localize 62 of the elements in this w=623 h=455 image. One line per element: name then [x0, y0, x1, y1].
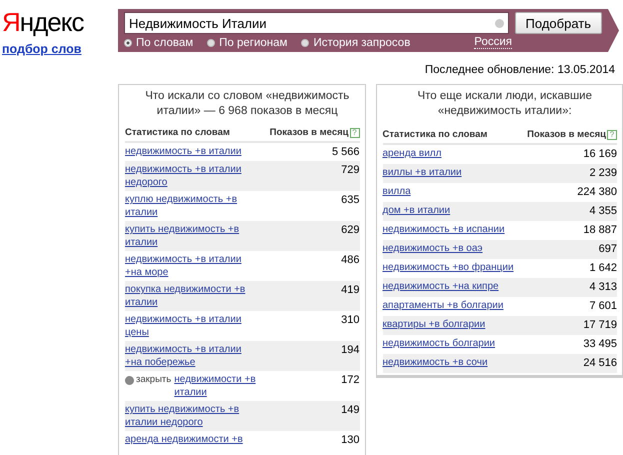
keyword-link[interactable]: покупка недвижимости +в италии — [125, 284, 253, 309]
column-header: Статистика по словам — [382, 129, 488, 140]
keyword-link[interactable]: квартиры +в болгарии — [382, 319, 486, 332]
impressions-count: 194 — [341, 344, 360, 358]
impressions-count: 16 169 — [583, 148, 617, 161]
yandex-logo[interactable]: Яндекс — [2, 6, 86, 38]
keyword-link[interactable]: недвижимость +в италии +на море — [125, 254, 253, 279]
impressions-count: 7 601 — [589, 300, 617, 313]
impressions-count: 18 887 — [583, 224, 617, 237]
keyword-link[interactable]: недвижимости +в италии — [174, 374, 275, 399]
keyword-link[interactable]: недвижимость +на кипре — [382, 281, 499, 294]
keyword-link[interactable]: аренда недвижимости +в — [125, 434, 243, 446]
mode-radio[interactable]: По регионам — [207, 36, 288, 48]
keyword-link[interactable]: недвижимость болгарии — [382, 338, 496, 350]
impressions-count: 419 — [341, 284, 360, 298]
impressions-count: 1 642 — [589, 262, 617, 275]
keyword-link[interactable]: аренда вилл — [382, 148, 442, 160]
keyword-link[interactable]: недвижимость +в испании — [382, 224, 505, 236]
search-field[interactable]: Недвижимость Италии — [124, 12, 509, 34]
impressions-count: 24 516 — [583, 357, 617, 370]
keyword-link[interactable]: куплю недвижимость +в италии — [125, 194, 253, 219]
update-date: Последнее обновление: 13.05.2014 — [424, 64, 615, 76]
impressions-count: 17 719 — [583, 319, 617, 332]
impressions-count: 4 355 — [589, 205, 617, 218]
keyword-link[interactable]: недвижимость +в сочи — [382, 357, 488, 370]
keyword-link[interactable]: дом +в италии — [382, 205, 450, 218]
impressions-count: 629 — [341, 224, 360, 238]
impressions-count: 635 — [341, 194, 360, 208]
keyword-link[interactable]: апартаменты +в болгарии — [382, 300, 504, 312]
impressions-count: 130 — [341, 434, 360, 447]
mode-radio[interactable]: История запросов — [301, 36, 410, 48]
column-header: Статистика по словам — [125, 127, 230, 138]
keyword-link[interactable]: недвижимость +в италии — [125, 146, 242, 158]
impressions-count: 4 313 — [589, 281, 617, 294]
impressions-count: 33 495 — [583, 338, 617, 351]
service-link[interactable]: подбор слов — [2, 42, 82, 56]
region-link[interactable]: Россия — [474, 36, 512, 49]
keyword-link[interactable]: вилла — [382, 186, 411, 198]
panel-title: Что еще искали люди, искавшие «недвижимость италии»: — [416, 89, 593, 119]
keyword-link[interactable]: недвижимость +во франции — [382, 262, 514, 274]
column-header: Показов в месяц — [270, 127, 348, 138]
impressions-count: 5 566 — [332, 146, 360, 159]
submit-button[interactable]: Подобрать — [514, 12, 602, 34]
impressions-count: 224 380 — [577, 186, 617, 199]
column-header: Показов в месяц — [527, 129, 606, 140]
close-label[interactable]: закрыть — [136, 374, 172, 386]
keyword-link[interactable]: купить недвижимость +в италии недорого — [125, 404, 253, 429]
panel-title: Что искали со словом «недвижимость италии» — 6 968 показов в месяц — [144, 89, 350, 119]
impressions-count: 697 — [598, 243, 617, 256]
mode-radio[interactable]: По словам — [124, 36, 194, 48]
impressions-count: 172 — [341, 374, 360, 388]
impressions-count: 486 — [341, 254, 360, 268]
keyword-link[interactable]: недвижимость +в италии +на побережье — [125, 344, 253, 369]
impressions-count: 2 239 — [589, 167, 617, 180]
keyword-link[interactable]: купить недвижимость +в италии — [125, 224, 253, 249]
keyword-link[interactable]: недвижимость +в италии недорого — [125, 164, 253, 189]
keyword-link[interactable]: недвижимость +в оаэ — [382, 243, 483, 256]
keyword-link[interactable]: виллы +в италии — [382, 167, 462, 180]
impressions-count: 310 — [341, 314, 360, 328]
impressions-count: 149 — [341, 404, 360, 418]
impressions-count: 729 — [341, 164, 360, 178]
keyword-link[interactable]: недвижимость +в италии цены — [125, 314, 253, 339]
